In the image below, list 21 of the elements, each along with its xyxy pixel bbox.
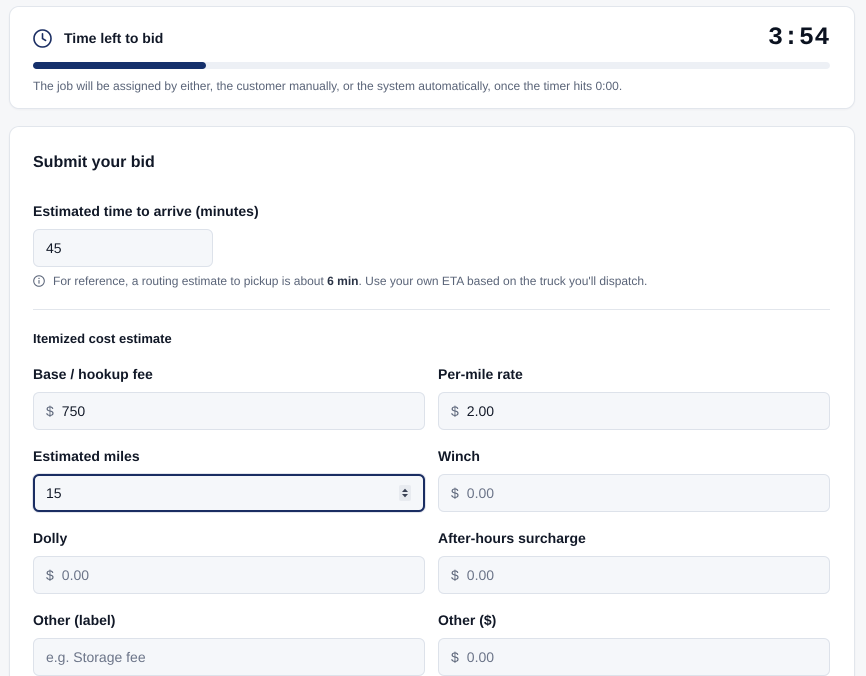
text-input[interactable]: e.g. Storage fee <box>33 638 425 676</box>
field-label: Per-mile rate <box>438 365 524 384</box>
input-field[interactable]: 45 <box>33 229 213 267</box>
field-label: Winch <box>438 447 481 466</box>
spinner-icon <box>399 485 411 501</box>
info-icon <box>33 275 45 287</box>
section-title: Itemized cost estimate <box>33 330 173 348</box>
field-label: Estimated miles <box>33 447 141 466</box>
form-title: Submit your bid <box>33 153 156 173</box>
field-label: Base / hookup fee <box>33 365 154 384</box>
field-label: Other (label) <box>33 611 116 630</box>
countdown-time: 3:54 <box>768 23 830 53</box>
number-input[interactable]: 15 <box>33 474 425 512</box>
field-label: Dolly <box>33 529 68 548</box>
clock-icon <box>33 28 52 48</box>
timer-title: Time left to bid <box>64 28 164 48</box>
field-label: Estimated time to arrive (minutes) <box>33 202 260 221</box>
field-label: After-hours surcharge <box>438 529 587 548</box>
field-label: Other ($) <box>438 611 498 630</box>
hint-text: For reference, a routing estimate to pickup is about 6 min. Use your own ETA based on the truck you'll dispatch. <box>53 273 648 289</box>
timer-note: The job will be assigned by either, the customer manually, or the system automatically, once the timer hits 0:00. <box>33 78 624 94</box>
